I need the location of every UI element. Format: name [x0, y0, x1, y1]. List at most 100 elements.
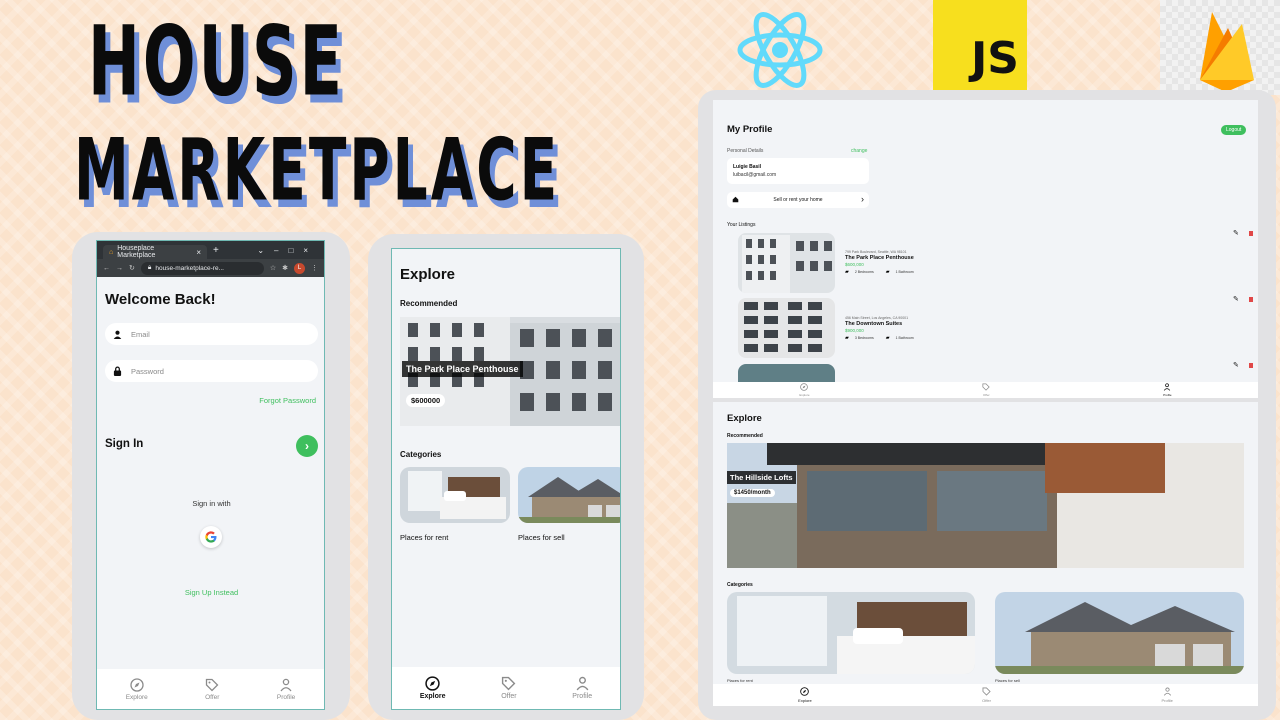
person-icon: [1164, 383, 1171, 391]
lock-icon: 🔒︎: [147, 264, 152, 271]
nav-label-offer: Offer: [205, 693, 220, 701]
delete-icon[interactable]: [1249, 297, 1253, 302]
kebab-menu-icon[interactable]: ⋮: [311, 264, 318, 272]
banner-title-line1: HOUSE: [88, 4, 345, 118]
delete-icon[interactable]: [1249, 231, 1253, 236]
browser-toolbar: ← → ↻ 🔒︎ house-marketplace-re... ☆ ✱ L ⋮: [97, 259, 324, 277]
profile-name[interactable]: Luigie Basil: [733, 164, 761, 170]
listing-item[interactable]: 456 Main Street, Los Angeles, CA 90001 T…: [845, 316, 914, 341]
nav-item-profile[interactable]: Profile: [572, 676, 592, 700]
nav-label-explore: Explore: [419, 693, 446, 700]
sell-rent-button[interactable]: Sell or rent your home ›: [727, 192, 869, 208]
new-tab-icon[interactable]: +: [213, 245, 219, 256]
close-tab-icon[interactable]: ×: [196, 248, 201, 257]
extensions-icon[interactable]: ✱: [282, 264, 288, 272]
listing-item[interactable]: 799 Park Boulevard, Seattle, WA 98101 Th…: [845, 250, 914, 275]
nav-label-profile: Profile: [1163, 393, 1172, 397]
lock-icon: [113, 366, 122, 376]
category-rent-label[interactable]: Places for rent: [400, 533, 448, 542]
sign-in-with-text: Sign in with: [192, 499, 231, 508]
delete-icon[interactable]: [1249, 363, 1253, 368]
compass-icon: [130, 677, 144, 692]
nav-item-explore[interactable]: Explore: [798, 687, 812, 703]
recommended-slide[interactable]: The Hillside Lofts $1450/month: [727, 443, 1244, 568]
sign-up-link[interactable]: Sign Up Instead: [97, 588, 324, 597]
tag-icon: [502, 676, 516, 691]
nav-item-explore[interactable]: Explore: [126, 677, 148, 701]
listing-bedrooms: 2 Bedrooms: [854, 270, 874, 274]
forgot-password-link[interactable]: Forgot Password: [259, 396, 316, 405]
category-sell-label[interactable]: Places for sell: [995, 678, 1020, 683]
edit-icon[interactable]: ✎: [1233, 295, 1239, 303]
slide-title: The Park Place Penthouse: [402, 361, 523, 377]
nav-item-profile[interactable]: Profile: [277, 678, 295, 701]
nav-item-offer[interactable]: Offer: [501, 676, 517, 700]
recommended-slide[interactable]: The Park Place Penthouse $600000: [400, 317, 620, 426]
category-rent-image[interactable]: [727, 592, 975, 674]
banner-title-line2: MARKETPLACE: [74, 120, 561, 220]
nav-item-profile[interactable]: Profile: [1161, 687, 1173, 703]
nav-label-explore: Explore: [799, 393, 810, 397]
house-photo-icon: [518, 467, 620, 523]
nav-item-explore[interactable]: Explore: [420, 676, 446, 700]
listing-image[interactable]: [738, 298, 835, 358]
edit-icon[interactable]: ✎: [1233, 361, 1239, 369]
bed-icon: ▰: [845, 269, 849, 275]
nav-item-profile[interactable]: Profile: [1163, 383, 1172, 397]
email-field[interactable]: Email: [105, 323, 318, 345]
listing-price: $600,000: [845, 262, 864, 267]
desktop-explore-screen: Explore Recommended The Hillside Lofts $…: [713, 402, 1258, 706]
back-arrow-icon[interactable]: ←: [103, 265, 110, 272]
sign-in-button[interactable]: ›: [296, 435, 318, 457]
category-sell-image[interactable]: [995, 592, 1244, 674]
avatar[interactable]: L: [294, 262, 305, 274]
page-title: Explore: [727, 413, 762, 424]
compass-icon: [800, 687, 810, 696]
bottom-navbar: Explore Offer Profile: [392, 667, 620, 709]
star-icon[interactable]: ☆: [270, 264, 276, 272]
change-link[interactable]: change: [851, 148, 867, 154]
desktop-profile-screen: My Profile Logout Personal Details chang…: [713, 100, 1258, 398]
bottom-navbar: Explore Offer Profile: [713, 684, 1258, 706]
nav-label-profile: Profile: [1161, 698, 1173, 703]
listing-image[interactable]: [738, 364, 835, 384]
logout-button[interactable]: Logout: [1221, 125, 1247, 135]
listing-bedrooms: 3 Bedrooms: [854, 336, 874, 340]
slide-price: $1450/month: [730, 489, 775, 497]
tag-icon: [982, 383, 990, 391]
category-rent-label[interactable]: Places for rent: [727, 678, 753, 683]
bottom-navbar: Explore Offer Profile: [97, 669, 324, 709]
house-photo-icon: [995, 592, 1244, 674]
nav-item-explore[interactable]: Explore: [799, 383, 810, 397]
firebase-logo-icon: [1160, 0, 1280, 95]
building-photo-icon: [738, 298, 835, 358]
address-bar[interactable]: 🔒︎ house-marketplace-re...: [140, 261, 264, 275]
category-sell-label[interactable]: Places for sell: [518, 533, 565, 542]
nav-item-offer[interactable]: Offer: [982, 383, 990, 397]
personal-details-label: Personal Details: [727, 148, 764, 154]
profile-email[interactable]: luibacil@gmail.com: [733, 172, 776, 178]
edit-icon[interactable]: ✎: [1233, 229, 1239, 237]
person-icon: [1163, 687, 1171, 696]
category-rent-image[interactable]: [400, 467, 510, 523]
google-sign-in-button[interactable]: [200, 526, 222, 548]
personal-details-card: Luigie Basil luibacil@gmail.com: [727, 158, 869, 184]
window-controls-icon[interactable]: ⌄–□×: [257, 246, 318, 255]
listing-image[interactable]: [738, 233, 835, 293]
loft-photo-icon: [727, 443, 1244, 568]
bedroom-photo-icon: [727, 592, 975, 674]
category-sell-image[interactable]: [518, 467, 620, 523]
your-listings-heading: Your Listings: [727, 222, 756, 228]
building-photo-icon: [738, 233, 835, 293]
password-field[interactable]: Password: [105, 360, 318, 382]
nav-item-offer[interactable]: Offer: [982, 687, 991, 703]
listing-address: 456 Main Street, Los Angeles, CA 90001: [845, 316, 909, 320]
reload-icon[interactable]: ↻: [129, 264, 135, 272]
listing-address: 799 Park Boulevard, Seattle, WA 98101: [845, 250, 907, 254]
listing-name: The Downtown Suites: [845, 321, 903, 327]
forward-arrow-icon[interactable]: →: [116, 265, 123, 272]
nav-item-offer[interactable]: Offer: [205, 678, 219, 701]
browser-tab[interactable]: ⌂ Houseplace Marketplace ×: [103, 245, 207, 259]
nav-label-profile: Profile: [572, 693, 593, 700]
house-favicon-icon: ⌂: [109, 248, 114, 256]
